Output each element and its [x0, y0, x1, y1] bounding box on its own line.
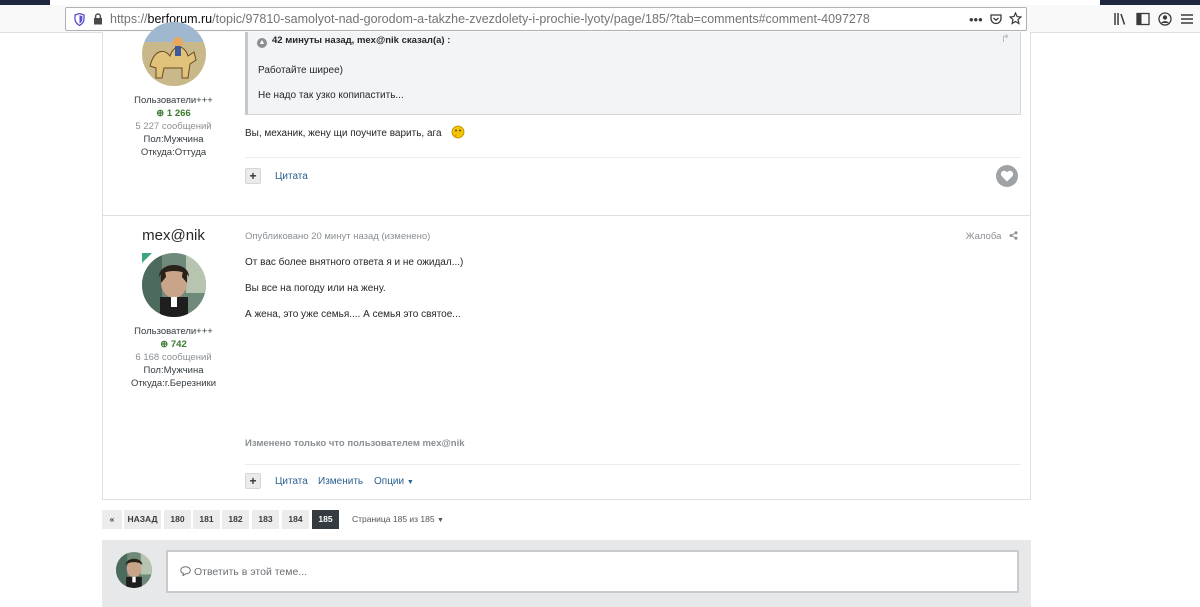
author-group: Пользователи+++: [134, 326, 213, 337]
author-group: Пользователи+++: [134, 95, 213, 106]
page-link[interactable]: 180: [164, 510, 191, 529]
multiquote-add-button[interactable]: +: [245, 473, 261, 489]
edit-button[interactable]: Изменить: [318, 476, 363, 487]
sidebar-icon[interactable]: [1136, 12, 1150, 26]
prev-page-button[interactable]: НАЗАД: [124, 510, 161, 529]
reply-input[interactable]: Ответить в этой теме...: [166, 550, 1019, 593]
url-path: /topic/97810-samolyot-nad-gorodom-a-takz…: [212, 12, 870, 26]
caret-down-icon: ▼: [406, 479, 414, 486]
reputation-value: 742: [170, 339, 187, 350]
post-meta[interactable]: Опубликовано 20 минут назад (изменено): [245, 231, 430, 242]
page-link[interactable]: 181: [193, 510, 220, 529]
post-divider: [245, 464, 1021, 465]
author-location: Откуда:Оттуда: [140, 147, 207, 158]
multiquote-add-button[interactable]: +: [245, 168, 261, 184]
author-info: Пользователи+++ ⊕ 1 266 5 227 сообщений …: [103, 94, 244, 159]
quote-button[interactable]: Цитата: [275, 171, 308, 182]
page-link[interactable]: 183: [252, 510, 279, 529]
quote-header-text: 42 минуты назад, mex@nik сказал(а) :: [272, 35, 451, 46]
options-menu-button[interactable]: Опции ▼: [374, 476, 414, 487]
bookmark-star-icon[interactable]: [1009, 12, 1022, 25]
address-bar[interactable]: https://berforum.ru/topic/97810-samolyot…: [65, 7, 1027, 31]
url-text[interactable]: https://berforum.ru/topic/97810-samolyot…: [110, 12, 870, 26]
reputation-badge[interactable]: ⊕ 1 266: [103, 107, 244, 120]
library-icon[interactable]: [1113, 12, 1127, 26]
thinking-emoji-icon: [451, 125, 465, 139]
post-text-line: А жена, это уже семья.... А семья это св…: [245, 309, 461, 320]
camel-avatar-image: [142, 22, 206, 86]
reply-area: Ответить в этой теме...: [102, 540, 1031, 607]
page-info: Страница 185 из 185: [352, 514, 435, 524]
reputation-value: 1 266: [166, 108, 191, 119]
reputation-badge[interactable]: ⊕ 742: [103, 338, 244, 351]
plus-circle-icon: ⊕: [160, 339, 169, 350]
edited-note: Изменено только что пользователем mex@ni…: [245, 438, 465, 449]
post-body: ▲ 42 минуты назад, mex@nik сказал(а) : ↱ …: [245, 32, 1021, 239]
first-page-button[interactable]: «: [102, 510, 122, 529]
avatar[interactable]: [116, 552, 152, 588]
post-text-line: От вас более внятного ответа я и не ожид…: [245, 257, 464, 268]
author-location: Откуда:г.Березники: [130, 378, 217, 389]
avatar[interactable]: [142, 22, 206, 86]
options-label: Опции: [374, 476, 405, 487]
author-info: Пользователи+++ ⊕ 742 6 168 сообщений По…: [103, 325, 244, 390]
plus-circle-icon: ⊕: [156, 108, 165, 119]
hamburger-menu-icon[interactable]: [1180, 12, 1194, 26]
author-name[interactable]: mex@nik: [103, 227, 244, 244]
quote-line: Работайте ширее): [258, 65, 344, 76]
forum-page: Пользователи+++ ⊕ 1 266 5 227 сообщений …: [0, 22, 1200, 607]
heart-icon: [1000, 170, 1014, 182]
reply-placeholder-text: Ответить в этой теме...: [194, 566, 308, 578]
forum-post: mex@nik Пользователи+++ ⊕ 742 6 168 сооб…: [102, 215, 1031, 500]
post-divider: [245, 157, 1021, 158]
forum-post: Пользователи+++ ⊕ 1 266 5 227 сообщений …: [102, 22, 1031, 240]
url-prefix: https://: [110, 12, 148, 26]
post-body: Опубликовано 20 минут назад (изменено) Ж…: [245, 216, 1021, 499]
online-indicator-icon: [142, 253, 152, 263]
post-text-line: Вы, механик, жену щи поучите варить, ага: [245, 128, 442, 139]
post-text: Вы, механик, жену щи поучите варить, ага: [245, 125, 466, 139]
current-page[interactable]: 185: [312, 510, 339, 529]
account-icon[interactable]: [1158, 12, 1172, 26]
reaction-button[interactable]: [996, 165, 1018, 187]
quote-header[interactable]: ▲ 42 минуты назад, mex@nik сказал(а) :: [257, 35, 450, 48]
user-photo-image: [116, 552, 152, 588]
report-label: Жалоба: [965, 231, 1002, 242]
page-link[interactable]: 184: [282, 510, 309, 529]
page-jump-dropdown[interactable]: Страница 185 из 185 ▼: [352, 514, 444, 524]
pocket-icon[interactable]: [990, 13, 1002, 25]
caret-down-icon: ▼: [437, 517, 444, 524]
quote-button[interactable]: Цитата: [275, 476, 308, 487]
tracking-shield-icon[interactable]: [74, 13, 85, 26]
quote-jump-icon[interactable]: ↱: [1001, 32, 1010, 45]
author-gender: Пол:Мужчина: [143, 134, 204, 145]
reply-placeholder: Ответить в этой теме...: [180, 566, 307, 578]
quote-line: Не надо так узко копипастить...: [258, 90, 404, 101]
blockquote: ▲ 42 минуты назад, mex@nik сказал(а) : ↱ …: [245, 32, 1021, 115]
page-link[interactable]: 182: [222, 510, 249, 529]
page-actions-menu-icon[interactable]: •••: [969, 12, 983, 27]
share-icon[interactable]: [1009, 231, 1018, 240]
post-text-line: Вы все на погоду или на жену.: [245, 283, 386, 294]
lock-icon[interactable]: [93, 13, 103, 25]
posts-count[interactable]: 5 227 сообщений: [103, 120, 244, 133]
report-link[interactable]: Жалоба: [966, 231, 1018, 242]
author-gender: Пол:Мужчина: [143, 365, 204, 376]
posts-count[interactable]: 6 168 сообщений: [103, 351, 244, 364]
quote-arrow-icon: ▲: [257, 38, 267, 48]
speech-bubble-icon: [180, 566, 191, 577]
